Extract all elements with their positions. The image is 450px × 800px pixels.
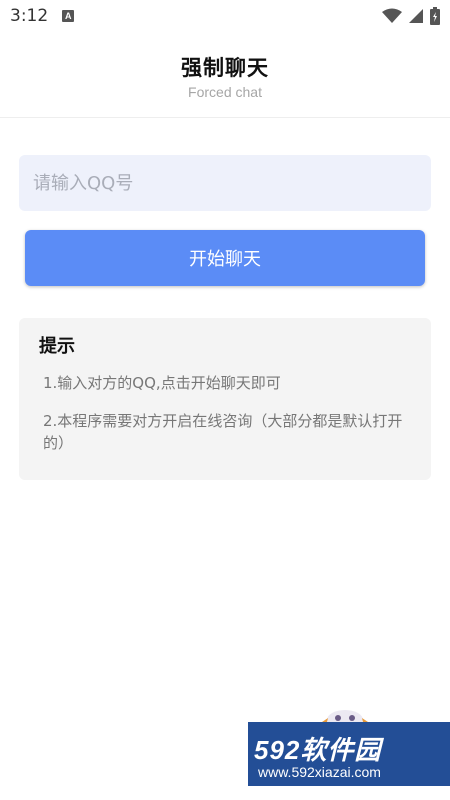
page-subtitle: Forced chat — [188, 84, 262, 100]
tip-item: 1.输入对方的QQ,点击开始聊天即可 — [43, 374, 281, 392]
tips-title: 提示 — [39, 336, 75, 357]
page-title: 强制聊天 — [181, 56, 269, 80]
watermark-brand: 592软件园 — [254, 735, 382, 765]
page-header: 强制聊天 Forced chat — [0, 40, 450, 118]
status-icons — [382, 7, 440, 25]
wifi-icon — [382, 8, 402, 23]
status-time: 3:12 — [10, 6, 49, 26]
battery-icon — [430, 7, 440, 25]
qq-number-input[interactable] — [19, 155, 431, 211]
status-bar: 3:12 A — [0, 0, 450, 32]
app-screen: 3:12 A 强制聊天 Forced chat 开始聊天 提示 1.输入对方的Q… — [0, 0, 450, 800]
watermark-logo: 592软件园 www.592xiazai.com — [248, 722, 450, 786]
tip-item: 2.本程序需要对方开启在线咨询（大部分都是默认打开的） — [43, 412, 403, 452]
start-chat-button[interactable]: 开始聊天 — [25, 230, 425, 286]
tips-card: 提示 1.输入对方的QQ,点击开始聊天即可 2.本程序需要对方开启在线咨询（大部… — [19, 318, 431, 480]
watermark-url: www.592xiazai.com — [258, 764, 381, 780]
notification-badge: A — [62, 10, 75, 22]
signal-icon — [409, 9, 423, 23]
